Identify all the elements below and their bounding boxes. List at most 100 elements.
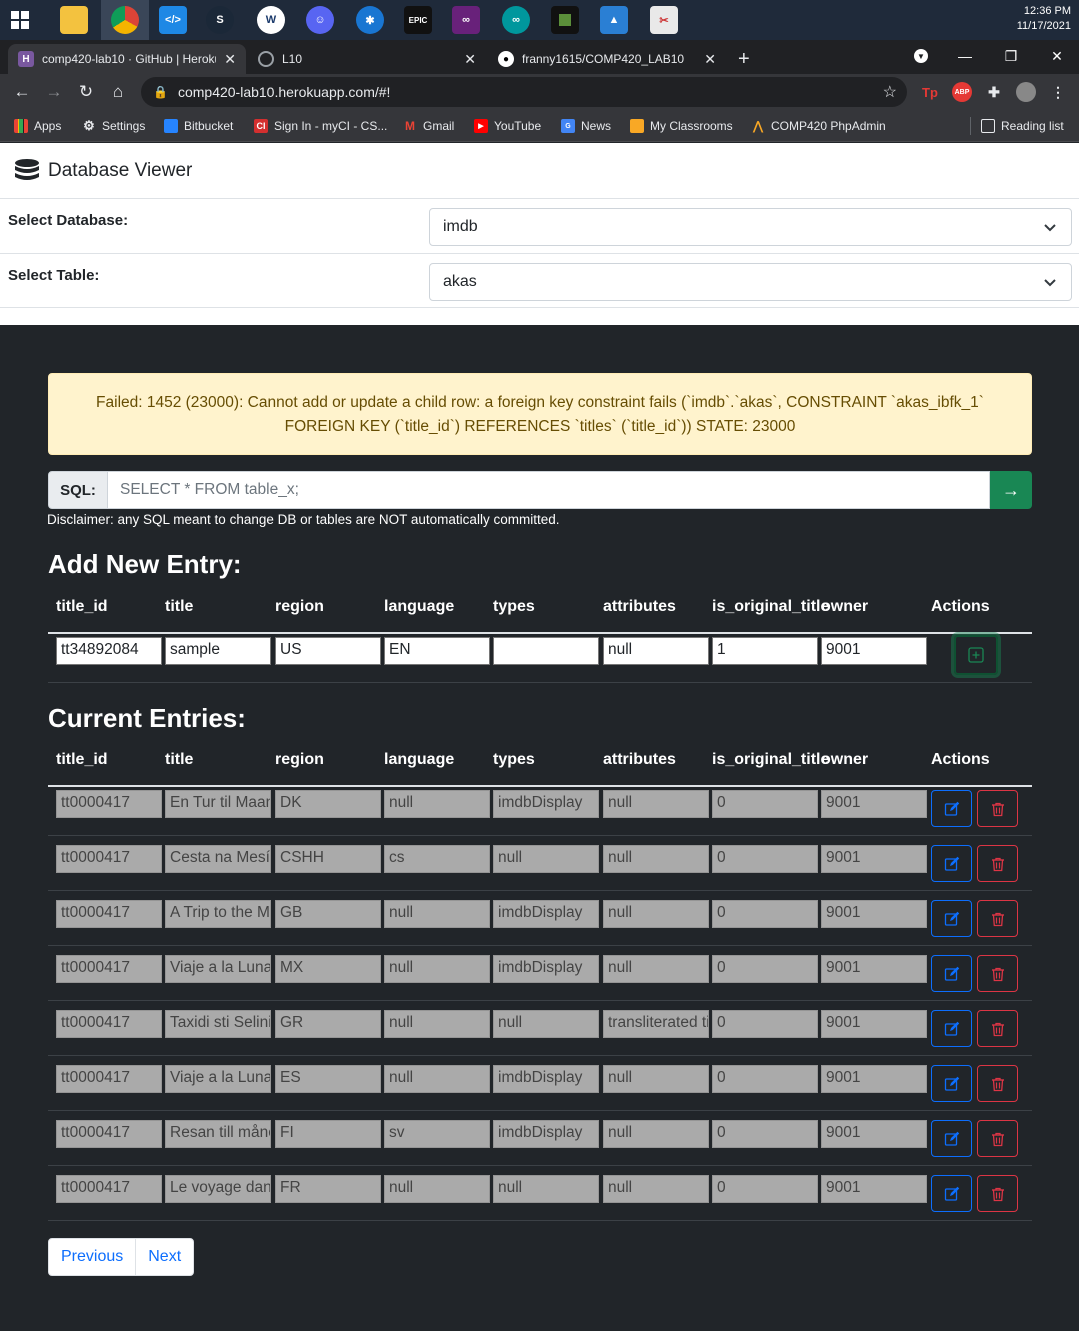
- region-field[interactable]: FI: [275, 1120, 381, 1148]
- language-field[interactable]: null: [384, 1010, 490, 1038]
- owner-field[interactable]: 9001: [821, 1010, 927, 1038]
- delete-button[interactable]: [977, 900, 1018, 937]
- title-field[interactable]: En Tur til Maanen: [165, 790, 271, 818]
- chrome-menu-icon[interactable]: ⋮: [1048, 82, 1068, 102]
- close-icon[interactable]: ✕: [224, 51, 236, 68]
- language-field[interactable]: null: [384, 1065, 490, 1093]
- edit-button[interactable]: [931, 1065, 972, 1102]
- reload-icon[interactable]: ↻: [74, 80, 98, 104]
- attributes-field[interactable]: null: [603, 1065, 709, 1093]
- tab-github[interactable]: ● franny1615/COMP420_LAB10 ✕: [488, 44, 726, 74]
- language-field[interactable]: null: [384, 1175, 490, 1203]
- title-field[interactable]: Le voyage dans la lune: [165, 1175, 271, 1203]
- title-id-field[interactable]: tt0000417: [56, 845, 162, 873]
- new-attributes-input[interactable]: null: [603, 637, 709, 665]
- attributes-field[interactable]: transliterated title: [603, 1010, 709, 1038]
- owner-field[interactable]: 9001: [821, 790, 927, 818]
- language-field[interactable]: null: [384, 900, 490, 928]
- bookmark-phpadmin[interactable]: ⋀ COMP420 PhpAdmin: [751, 117, 886, 135]
- restore-icon[interactable]: ❐: [988, 40, 1034, 72]
- tab-search-icon[interactable]: ▼: [898, 40, 944, 72]
- bookmark-apps[interactable]: Apps: [14, 117, 61, 135]
- bookmark-youtube[interactable]: ▶ YouTube: [474, 117, 541, 135]
- epic-games-icon[interactable]: EPIC: [404, 6, 432, 34]
- system-clock[interactable]: 12:36 PM 11/17/2021: [1017, 4, 1071, 34]
- new-region-input[interactable]: US: [275, 637, 381, 665]
- chrome-icon[interactable]: [111, 6, 139, 34]
- extension-tp-icon[interactable]: Tp: [920, 82, 940, 102]
- discord-icon[interactable]: ☺: [306, 6, 334, 34]
- owner-field[interactable]: 9001: [821, 955, 927, 983]
- delete-button[interactable]: [977, 1175, 1018, 1212]
- is-original-title-field[interactable]: 0: [712, 1120, 818, 1148]
- language-field[interactable]: null: [384, 955, 490, 983]
- owner-field[interactable]: 9001: [821, 845, 927, 873]
- bookmark-settings[interactable]: ⚙ Settings: [82, 117, 145, 135]
- reading-list[interactable]: Reading list: [970, 117, 1064, 135]
- home-icon[interactable]: ⌂: [106, 80, 130, 104]
- visual-studio-icon[interactable]: ∞: [452, 6, 480, 34]
- attributes-field[interactable]: null: [603, 790, 709, 818]
- arduino-icon[interactable]: ∞: [502, 6, 530, 34]
- is-original-title-field[interactable]: 0: [712, 1010, 818, 1038]
- is-original-title-field[interactable]: 0: [712, 790, 818, 818]
- bluetooth-app-icon[interactable]: ✱: [356, 6, 384, 34]
- region-field[interactable]: DK: [275, 790, 381, 818]
- title-field[interactable]: Cesta na Mesíc: [165, 845, 271, 873]
- bookmark-news[interactable]: G News: [561, 117, 611, 135]
- title-id-field[interactable]: tt0000417: [56, 1010, 162, 1038]
- owner-field[interactable]: 9001: [821, 1120, 927, 1148]
- snipping-tool-icon[interactable]: ✂: [650, 6, 678, 34]
- bookmark-myci[interactable]: CI Sign In - myCI - CS...: [254, 117, 387, 135]
- region-field[interactable]: GB: [275, 900, 381, 928]
- sql-submit-button[interactable]: →: [990, 471, 1032, 509]
- attributes-field[interactable]: null: [603, 1175, 709, 1203]
- photos-icon[interactable]: ▲: [600, 6, 628, 34]
- delete-button[interactable]: [977, 1010, 1018, 1047]
- new-title-id-input[interactable]: tt34892084: [56, 637, 162, 665]
- title-id-field[interactable]: tt0000417: [56, 1120, 162, 1148]
- extensions-puzzle-icon[interactable]: ✚: [984, 82, 1004, 102]
- new-types-input[interactable]: [493, 637, 599, 665]
- bookmark-star-icon[interactable]: ☆: [883, 82, 897, 102]
- title-id-field[interactable]: tt0000417: [56, 1175, 162, 1203]
- bookmark-bitbucket[interactable]: Bitbucket: [164, 117, 233, 135]
- minimize-icon[interactable]: —: [942, 40, 988, 72]
- word-app-icon[interactable]: W: [257, 6, 285, 34]
- forward-arrow-icon[interactable]: →: [42, 80, 66, 104]
- types-field[interactable]: imdbDisplay: [493, 900, 599, 928]
- title-field[interactable]: Viaje a la Luna: [165, 1065, 271, 1093]
- vscode-icon[interactable]: </>: [159, 6, 187, 34]
- owner-field[interactable]: 9001: [821, 1175, 927, 1203]
- windows-start-icon[interactable]: [6, 6, 34, 34]
- steam-icon[interactable]: S: [206, 6, 234, 34]
- address-bar[interactable]: 🔒 comp420-lab10.herokuapp.com/#! ☆: [141, 77, 907, 107]
- attributes-field[interactable]: null: [603, 1120, 709, 1148]
- attributes-field[interactable]: null: [603, 955, 709, 983]
- edit-button[interactable]: [931, 1120, 972, 1157]
- edit-button[interactable]: [931, 1175, 972, 1212]
- new-is-original-title-input[interactable]: 1: [712, 637, 818, 665]
- types-field[interactable]: imdbDisplay: [493, 790, 599, 818]
- attributes-field[interactable]: null: [603, 900, 709, 928]
- window-close-icon[interactable]: ✕: [1034, 40, 1079, 72]
- region-field[interactable]: CSHH: [275, 845, 381, 873]
- title-id-field[interactable]: tt0000417: [56, 790, 162, 818]
- previous-page-button[interactable]: Previous: [49, 1239, 135, 1275]
- new-owner-input[interactable]: 9001: [821, 637, 927, 665]
- attributes-field[interactable]: null: [603, 845, 709, 873]
- minecraft-icon[interactable]: [551, 6, 579, 34]
- region-field[interactable]: MX: [275, 955, 381, 983]
- types-field[interactable]: imdbDisplay: [493, 1065, 599, 1093]
- back-arrow-icon[interactable]: ←: [10, 80, 34, 104]
- new-title-input[interactable]: sample: [165, 637, 271, 665]
- edit-button[interactable]: [931, 900, 972, 937]
- title-id-field[interactable]: tt0000417: [56, 955, 162, 983]
- delete-button[interactable]: [977, 1065, 1018, 1102]
- is-original-title-field[interactable]: 0: [712, 1175, 818, 1203]
- delete-button[interactable]: [977, 790, 1018, 827]
- database-select[interactable]: imdb: [429, 208, 1072, 246]
- close-icon[interactable]: ✕: [464, 51, 476, 68]
- is-original-title-field[interactable]: 0: [712, 845, 818, 873]
- title-id-field[interactable]: tt0000417: [56, 1065, 162, 1093]
